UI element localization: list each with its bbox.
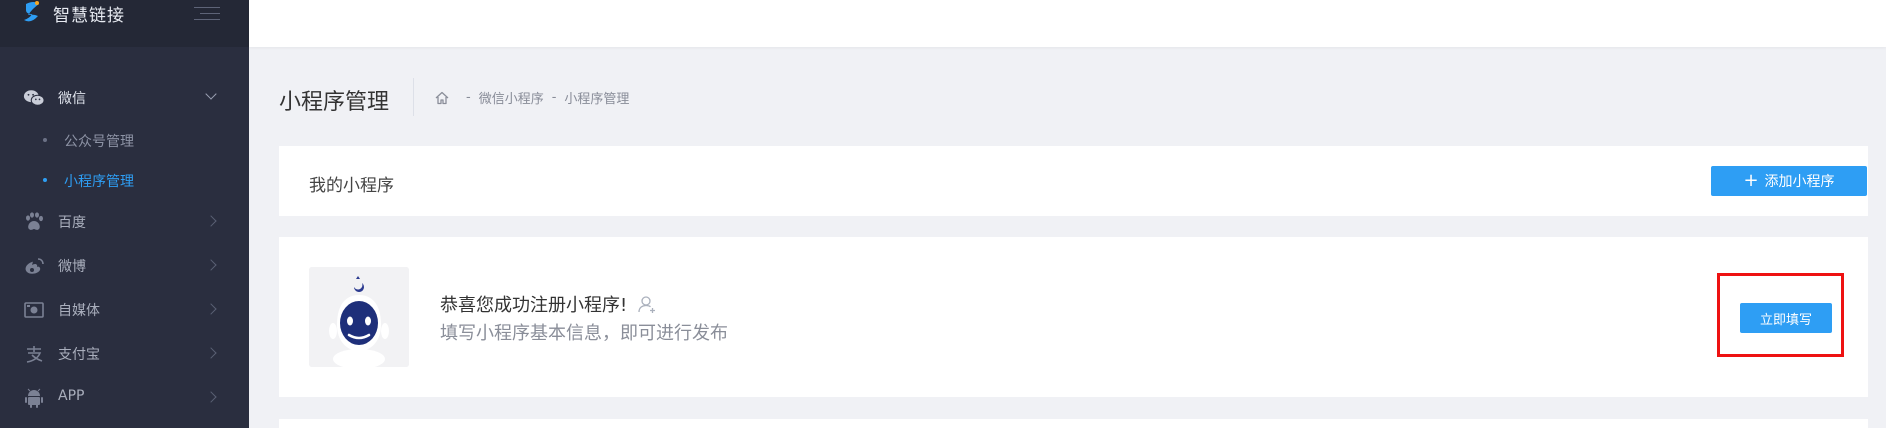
sidebar-item-label: 支付宝 xyxy=(58,347,100,363)
android-icon xyxy=(25,388,43,408)
miniprogram-avatar xyxy=(309,267,409,367)
chevron-right-icon xyxy=(205,347,217,359)
sidebar-item-alipay[interactable]: 支付宝 xyxy=(0,334,249,374)
title-divider xyxy=(413,78,414,116)
sidebar-item-label: 百度 xyxy=(58,215,86,231)
sidebar-subitem-label: 公众号管理 xyxy=(64,134,134,150)
add-user-icon xyxy=(638,296,656,313)
robot-mascot-icon xyxy=(309,267,409,367)
paw-icon xyxy=(26,212,43,230)
breadcrumb-separator: - xyxy=(551,90,557,105)
media-icon xyxy=(24,302,44,318)
bullet-icon xyxy=(43,178,47,182)
page-title: 小程序管理 xyxy=(279,90,390,115)
sidebar-item-app[interactable]: APP xyxy=(0,378,249,418)
plus-icon: + xyxy=(1743,170,1759,191)
sidebar-item-self-media[interactable]: 自媒体 xyxy=(0,290,249,330)
next-card xyxy=(279,419,1868,428)
sidebar-subitem-label: 小程序管理 xyxy=(64,174,134,190)
add-miniprogram-label: 添加小程序 xyxy=(1764,174,1835,190)
sidebar-item-weibo[interactable]: 微博 xyxy=(0,246,249,286)
notice-title: 恭喜您成功注册小程序! xyxy=(440,291,657,317)
bullet-icon xyxy=(43,138,47,142)
breadcrumb-item-current: 小程序管理 xyxy=(564,92,630,107)
top-header-bar xyxy=(249,0,1886,47)
card-title: 我的小程序 xyxy=(309,176,394,196)
brand-name: 智慧链接 xyxy=(53,6,125,26)
wechat-icon xyxy=(23,90,45,106)
sidebar-subitem-miniprogram[interactable]: 小程序管理 xyxy=(0,164,249,196)
brand-header: 智慧链接 xyxy=(0,0,249,47)
sidebar-item-label: 微信 xyxy=(58,91,86,107)
add-miniprogram-button[interactable]: + 添加小程序 xyxy=(1711,166,1867,196)
sidebar: 智慧链接 微信 公众号管理 小程序管理 百度 微博 自媒体 支付宝 APP xyxy=(0,0,249,428)
sidebar-item-label: APP xyxy=(58,388,85,404)
sidebar-item-label: 自媒体 xyxy=(58,303,100,319)
registration-notice-card: 恭喜您成功注册小程序! 填写小程序基本信息，即可进行发布 立即填写 xyxy=(279,237,1868,397)
chevron-right-icon xyxy=(205,259,217,271)
sidebar-item-label: 微博 xyxy=(58,259,86,275)
sidebar-item-wechat[interactable]: 微信 xyxy=(0,78,249,118)
fill-now-button[interactable]: 立即填写 xyxy=(1740,303,1832,333)
chevron-right-icon xyxy=(205,391,217,403)
weibo-icon xyxy=(25,258,44,274)
sidebar-item-baidu[interactable]: 百度 xyxy=(0,202,249,242)
breadcrumb-separator: - xyxy=(466,90,471,105)
breadcrumb-item-wechat-miniprogram[interactable]: 微信小程序 xyxy=(479,88,544,107)
home-icon[interactable] xyxy=(434,90,450,106)
notice-subtitle: 填写小程序基本信息，即可进行发布 xyxy=(440,323,728,344)
chevron-right-icon xyxy=(205,215,217,227)
my-miniprogram-card: 我的小程序 + 添加小程序 xyxy=(279,146,1868,216)
chevron-right-icon xyxy=(205,303,217,315)
notice-title-text: 恭喜您成功注册小程序! xyxy=(440,295,628,316)
breadcrumb: - 微信小程序 - 小程序管理 xyxy=(434,88,629,107)
chevron-down-icon xyxy=(205,88,217,100)
sidebar-subitem-official-account[interactable]: 公众号管理 xyxy=(0,124,249,156)
brand-logo-icon xyxy=(24,1,39,22)
menu-toggle-icon[interactable] xyxy=(194,4,220,22)
alipay-icon xyxy=(26,346,43,363)
